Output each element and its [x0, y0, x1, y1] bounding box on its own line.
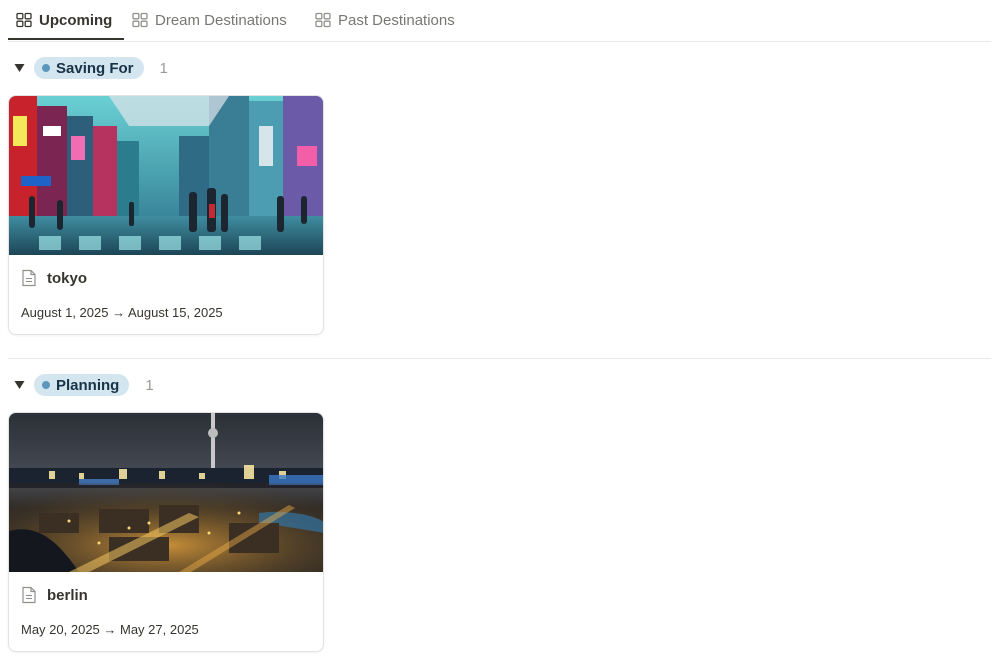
view-tabs: Upcoming Dream Destinations Past Destina… — [8, 0, 991, 42]
tab-label: Past Destinations — [338, 11, 455, 29]
group-name: Saving For — [56, 59, 134, 77]
card-title-text: tokyo — [47, 269, 88, 287]
collapse-toggle[interactable] — [8, 63, 34, 73]
card-title: tokyo — [21, 269, 87, 287]
tab-dream-destinations[interactable]: Dream Destinations — [132, 0, 287, 40]
collapse-toggle[interactable] — [8, 380, 34, 390]
page-icon — [21, 269, 37, 287]
tab-upcoming[interactable]: Upcoming — [16, 0, 112, 40]
status-badge[interactable]: Planning — [34, 374, 130, 396]
triangle-down-icon — [14, 64, 25, 72]
card-cover-image — [9, 413, 323, 572]
gallery-grid-icon — [315, 12, 331, 28]
gallery-grid-icon — [16, 12, 32, 28]
tab-label: Upcoming — [39, 11, 113, 29]
card-date-range: August 1, 2025 → August 15, 2025 — [21, 305, 223, 320]
card-date-range: May 20, 2025 → May 27, 2025 — [21, 622, 199, 637]
active-tab-indicator — [8, 38, 124, 40]
group-count: 1 — [159, 59, 168, 77]
card-title-text: berlin — [47, 586, 88, 604]
status-dot — [42, 64, 50, 72]
group-count: 1 — [145, 376, 154, 394]
group-header-saving-for: Saving For 1 — [8, 55, 168, 81]
group-name: Planning — [56, 376, 120, 394]
tab-past-destinations[interactable]: Past Destinations — [315, 0, 455, 40]
group-divider — [8, 358, 991, 359]
card-cover-image — [9, 96, 323, 255]
gallery-card-berlin[interactable]: berlin May 20, 2025 → May 27, 2025 — [8, 412, 324, 652]
card-title: berlin — [21, 586, 88, 604]
page-icon — [21, 586, 37, 604]
status-badge[interactable]: Saving For — [34, 57, 144, 79]
gallery-grid-icon — [132, 12, 148, 28]
tab-label: Dream Destinations — [155, 11, 287, 29]
gallery-card-tokyo[interactable]: tokyo August 1, 2025 → August 15, 2025 — [8, 95, 324, 335]
group-header-planning: Planning 1 — [8, 372, 154, 398]
status-dot — [42, 381, 50, 389]
triangle-down-icon — [14, 381, 25, 389]
